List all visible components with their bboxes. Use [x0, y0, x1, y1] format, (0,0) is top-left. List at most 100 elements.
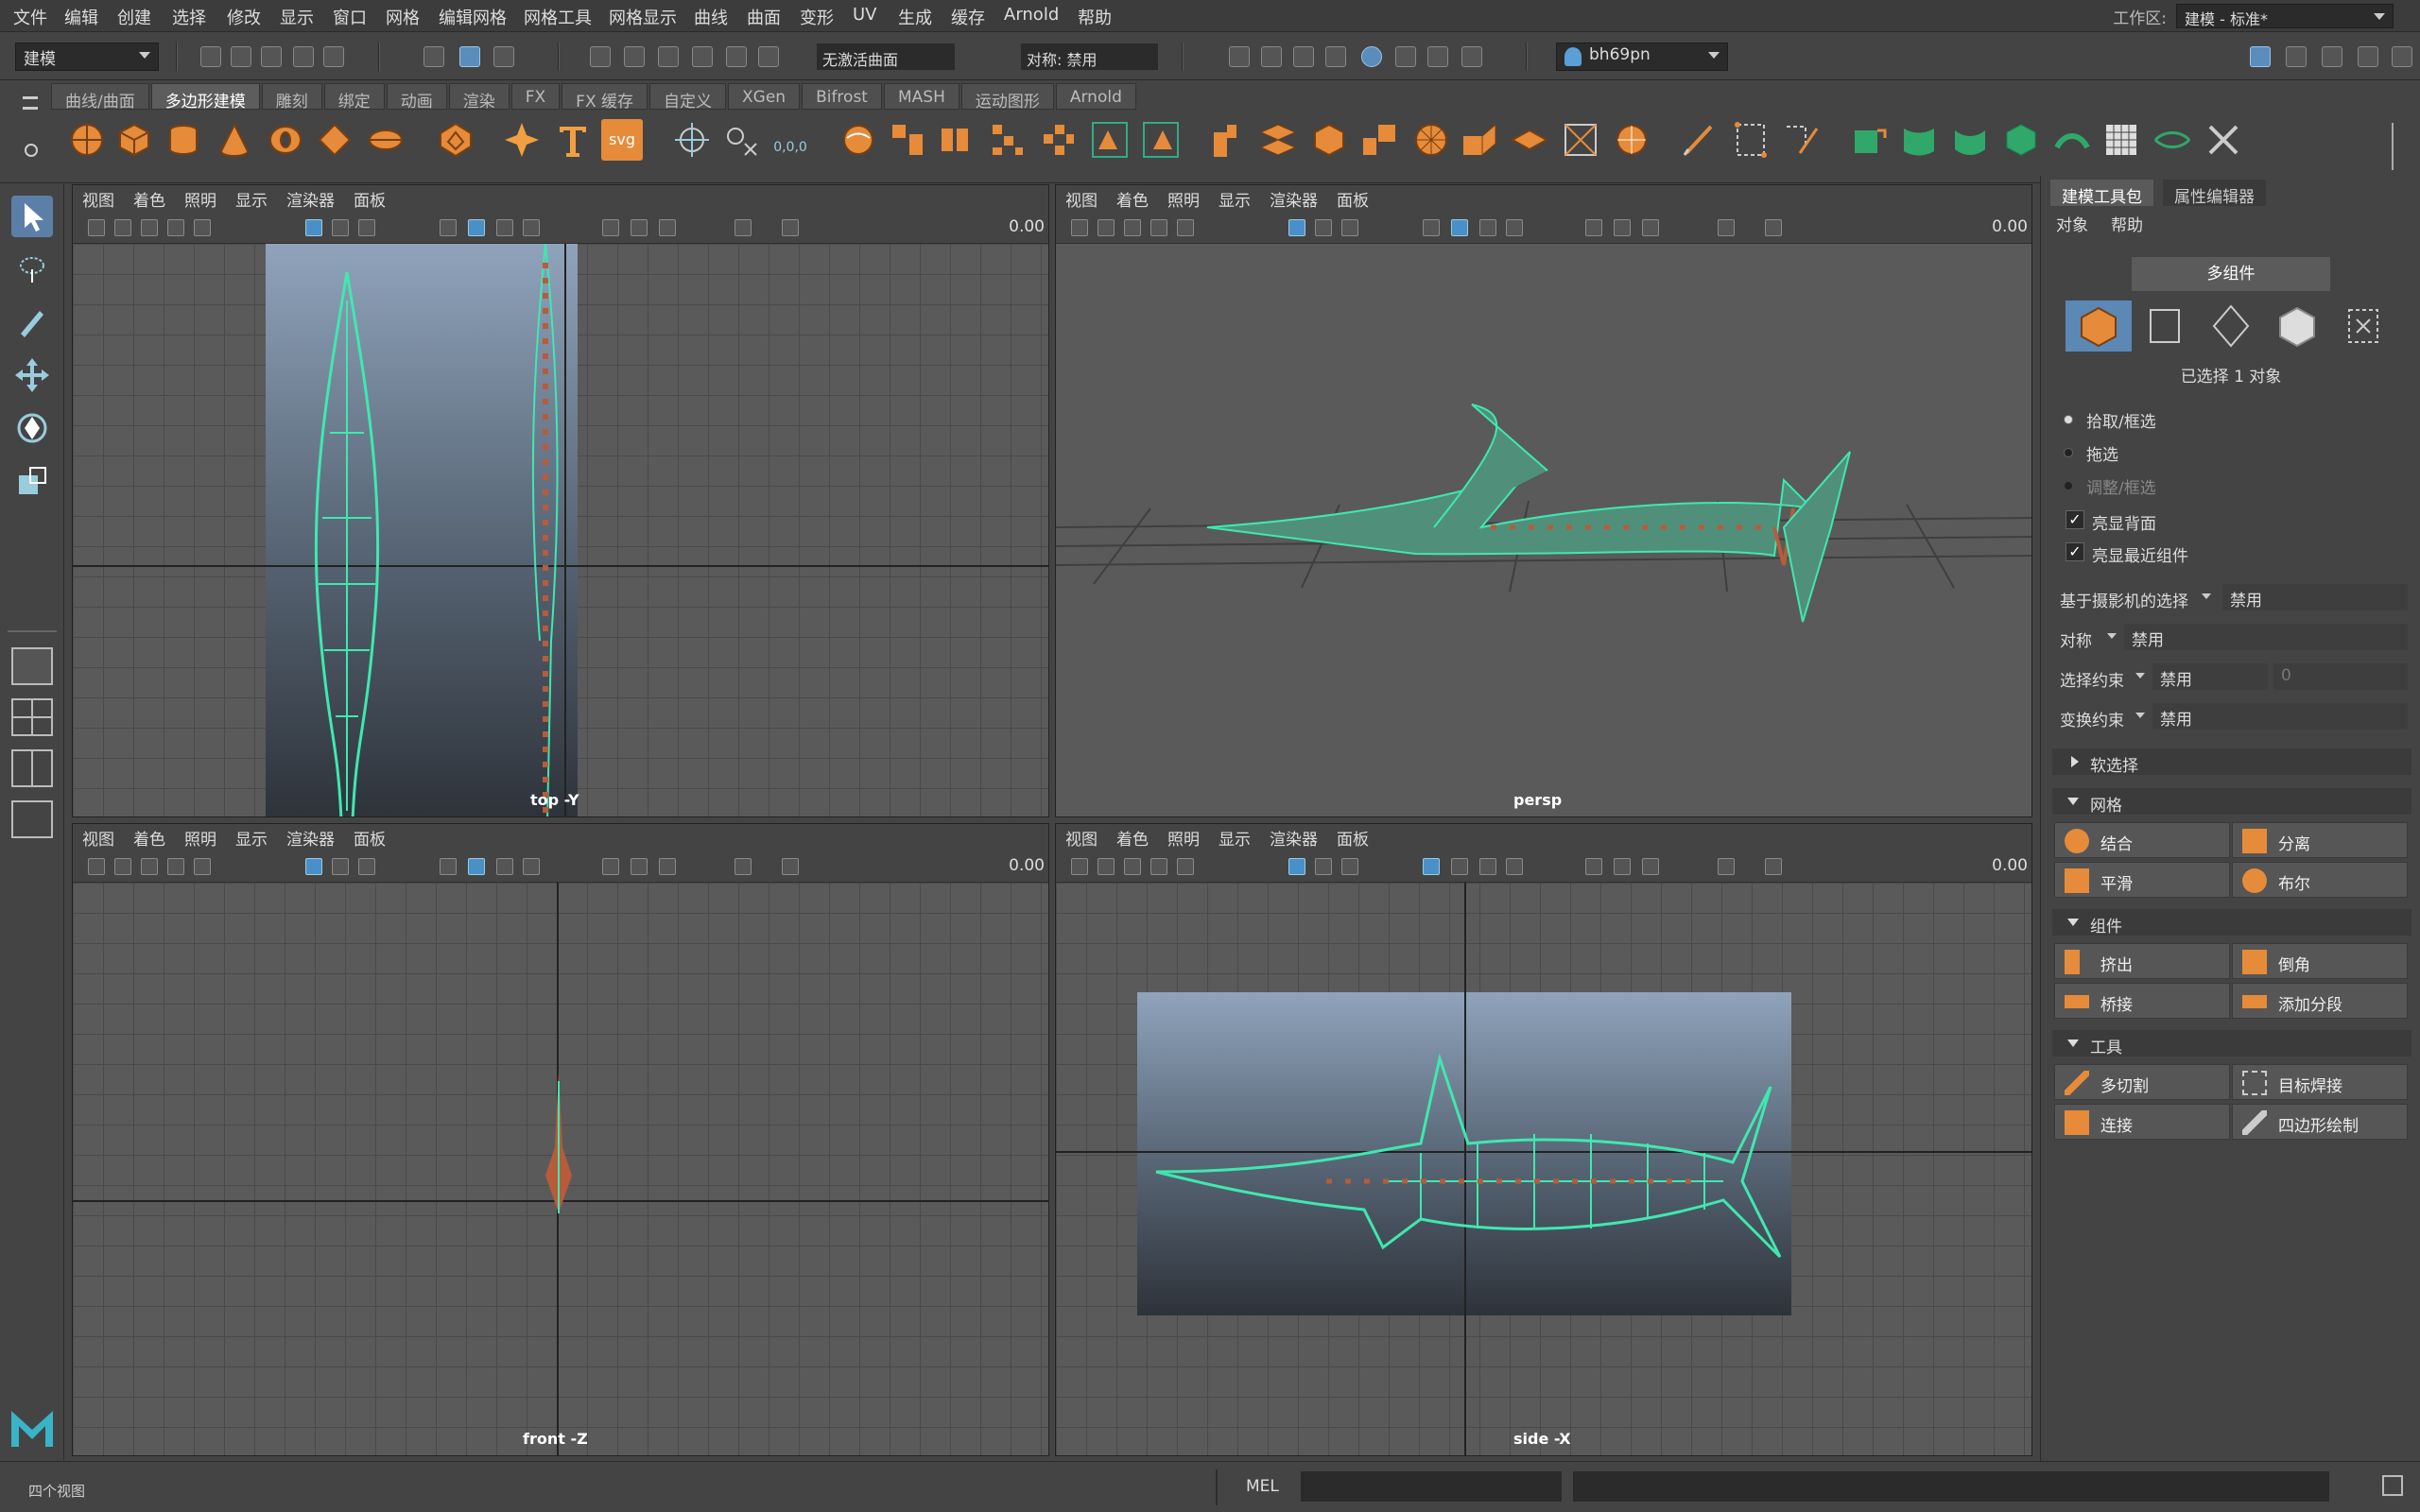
shelf-scroll-icon[interactable]	[2392, 123, 2405, 170]
image-plane-icon[interactable]	[1150, 858, 1167, 875]
image-plane-icon[interactable]	[1150, 219, 1167, 236]
radio-drag[interactable]	[2064, 448, 2073, 457]
shelf-tab-curves[interactable]: 曲线/曲面	[51, 83, 149, 112]
wireframe-icon[interactable]	[1423, 858, 1440, 875]
command-input[interactable]	[1301, 1471, 1562, 1502]
menu-mesh-display[interactable]: 网格显示	[609, 5, 677, 29]
menu-deform[interactable]: 变形	[800, 5, 834, 29]
aa-icon[interactable]	[631, 858, 648, 875]
smooth-shade-icon[interactable]	[1451, 219, 1468, 236]
select-constraint-field[interactable]: 禁用	[2152, 663, 2268, 690]
extrude-icon[interactable]	[1206, 119, 1248, 161]
script-language-button[interactable]: MEL	[1246, 1477, 1279, 1496]
poke-icon[interactable]	[1410, 119, 1452, 161]
exposure-value[interactable]: 0.00	[1992, 856, 2028, 875]
wireframe-icon[interactable]	[1423, 219, 1440, 236]
camera-attr-icon[interactable]	[1098, 219, 1115, 236]
select-object-icon[interactable]	[459, 46, 480, 67]
textured-icon[interactable]	[496, 858, 513, 875]
user-account-dropdown[interactable]: bh69pn	[1556, 43, 1728, 71]
menu-select[interactable]: 选择	[172, 5, 206, 29]
render-view-icon[interactable]	[1229, 46, 1250, 67]
scale-tool-icon[interactable]	[11, 460, 53, 502]
render-current-icon[interactable]	[1261, 46, 1282, 67]
add-divisions-button[interactable]: 添加分段	[2232, 983, 2408, 1019]
vp-menu-shading[interactable]: 着色	[1116, 826, 1149, 850]
shelf-tab-xgen[interactable]: XGen	[728, 83, 801, 110]
combine-button[interactable]: 结合	[2054, 822, 2230, 858]
menu-help[interactable]: 帮助	[1078, 5, 1112, 29]
exposure-icon[interactable]	[782, 219, 799, 236]
uv-cut-icon[interactable]	[2152, 119, 2193, 161]
viewport-top[interactable]: 视图 着色 照明 显示 渲染器 面板 0.00 top -Y	[72, 184, 1049, 817]
isolate-icon[interactable]	[659, 219, 676, 236]
smooth-shade-icon[interactable]	[1451, 858, 1468, 875]
resolution-gate-icon[interactable]	[1341, 219, 1358, 236]
bookmark-icon[interactable]	[141, 219, 158, 236]
uv-mode-icon[interactable]	[2330, 301, 2396, 352]
channel-box-icon[interactable]	[2392, 46, 2412, 67]
combine-icon[interactable]	[838, 119, 879, 161]
bookmark-icon[interactable]	[141, 858, 158, 875]
vp-menu-panels[interactable]: 面板	[354, 826, 386, 850]
undo-icon[interactable]	[293, 46, 314, 67]
vp-menu-show[interactable]: 显示	[1219, 187, 1251, 211]
menu-arnold[interactable]: Arnold	[1004, 5, 1059, 25]
menu-mesh[interactable]: 网格	[386, 5, 420, 29]
xray-icon[interactable]	[1177, 858, 1194, 875]
vp-menu-shading[interactable]: 着色	[133, 187, 165, 211]
lasso-tool-icon[interactable]	[11, 249, 53, 290]
camera-icon[interactable]	[1071, 858, 1088, 875]
shelf-tab-fx[interactable]: FX	[510, 83, 561, 110]
bevel-button[interactable]: 倒角	[2232, 943, 2408, 979]
transform-constraint-chevron-icon[interactable]	[2135, 713, 2145, 718]
target-weld-icon[interactable]	[1730, 119, 1772, 161]
super-shape-icon[interactable]	[501, 119, 543, 161]
viewport-canvas[interactable]: side -X	[1056, 883, 2031, 1455]
camera-attr-icon[interactable]	[1098, 858, 1115, 875]
vp-menu-renderer[interactable]: 渲染器	[286, 826, 335, 850]
menu-edit-mesh[interactable]: 编辑网格	[439, 5, 507, 29]
fill-hole-icon[interactable]	[1560, 119, 1601, 161]
shelf-tab-custom[interactable]: 自定义	[649, 83, 726, 112]
camera-based-selection-field[interactable]: 禁用	[2222, 584, 2408, 610]
vp-menu-show[interactable]: 显示	[235, 187, 268, 211]
exposure-icon[interactable]	[1765, 219, 1782, 236]
grid-icon[interactable]	[1288, 219, 1305, 236]
menu-modify[interactable]: 修改	[227, 5, 261, 29]
two-view-icon[interactable]	[11, 749, 53, 787]
snap-curve-icon[interactable]	[624, 46, 645, 67]
uv-sew-icon[interactable]	[2203, 119, 2244, 161]
viewport-canvas[interactable]: persp	[1056, 244, 2031, 816]
select-hierarchy-icon[interactable]	[424, 46, 444, 67]
tool-settings-icon[interactable]	[2358, 46, 2378, 67]
mirror-icon[interactable]	[1089, 119, 1131, 161]
uv-planar-icon[interactable]	[1849, 119, 1891, 161]
shelf-menu-icon[interactable]	[23, 96, 38, 110]
single-view-icon[interactable]	[11, 647, 53, 685]
components-section-header[interactable]: 组件	[2052, 909, 2411, 936]
menu-cache[interactable]: 缓存	[951, 5, 985, 29]
exposure-icon[interactable]	[782, 858, 799, 875]
grid-icon[interactable]	[305, 858, 322, 875]
bevel-icon[interactable]	[1308, 119, 1350, 161]
separate-button[interactable]: 分离	[2232, 822, 2408, 858]
ao-icon[interactable]	[1585, 858, 1602, 875]
panel-menu-help[interactable]: 帮助	[2111, 212, 2143, 235]
exposure-value[interactable]: 0.00	[1009, 856, 1045, 875]
platonic-solid-icon[interactable]	[435, 119, 476, 161]
svg-tool-icon[interactable]: svg	[601, 119, 643, 161]
merge-icon[interactable]	[1509, 119, 1550, 161]
bridge-icon[interactable]	[1257, 119, 1299, 161]
vp-menu-show[interactable]: 显示	[235, 826, 268, 850]
vp-menu-renderer[interactable]: 渲染器	[1270, 826, 1318, 850]
smooth-shade-icon[interactable]	[468, 219, 485, 236]
film-gate-icon[interactable]	[332, 858, 349, 875]
xray-icon[interactable]	[194, 858, 211, 875]
hud-icon[interactable]	[735, 219, 752, 236]
add-divisions-icon[interactable]	[1359, 119, 1401, 161]
xray-icon[interactable]	[194, 219, 211, 236]
bookmark-icon[interactable]	[1124, 858, 1141, 875]
live-surface-field[interactable]: 无激活曲面	[817, 43, 955, 70]
exposure-value[interactable]: 0.00	[1009, 217, 1045, 236]
